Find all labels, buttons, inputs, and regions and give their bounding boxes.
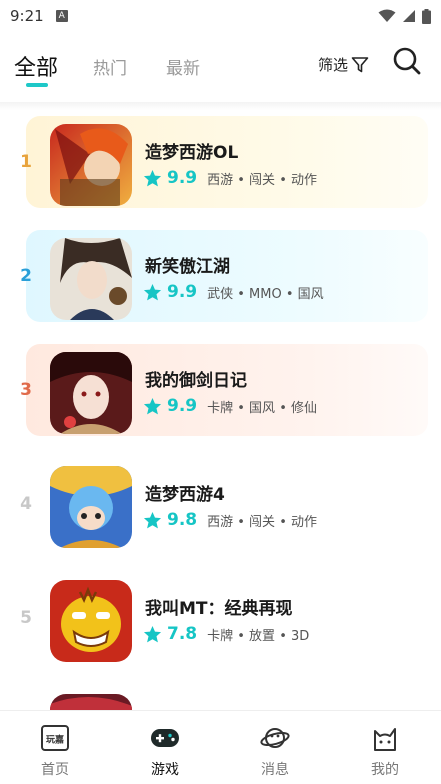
game-score: 9.9 bbox=[167, 282, 198, 302]
nav-games-label: 游戏 bbox=[151, 762, 179, 778]
search-icon[interactable] bbox=[392, 46, 422, 76]
nav-mine[interactable]: 我的 bbox=[330, 711, 440, 784]
top-tab-bar: 全部 热门 最新 筛选 bbox=[0, 32, 441, 104]
game-tags: 西游 • 闯关 • 动作 bbox=[207, 172, 317, 188]
nav-home[interactable]: 玩嘉 首页 bbox=[0, 711, 110, 784]
game-tags: 卡牌 • 放置 • 3D bbox=[207, 628, 310, 644]
game-row[interactable]: 4 造梦西游4 9.8 西游 • 闯关 • 动作 bbox=[0, 452, 441, 566]
rank-number: 2 bbox=[20, 266, 32, 286]
rank-number: 5 bbox=[20, 608, 32, 628]
game-title: 造梦西游OL bbox=[145, 143, 239, 163]
game-cover[interactable] bbox=[50, 238, 132, 320]
game-row[interactable]: 1 造梦西游OL 9.9 西游 • 闯关 • 动作 bbox=[0, 110, 441, 224]
notification-app-icon: A bbox=[55, 10, 68, 22]
rank-number: 1 bbox=[20, 152, 32, 172]
filter-label: 筛选 bbox=[318, 56, 349, 74]
nav-messages-label: 消息 bbox=[261, 762, 289, 778]
signal-icon bbox=[403, 10, 415, 22]
game-cover[interactable] bbox=[50, 124, 132, 206]
home-logo-icon: 玩嘉 bbox=[41, 725, 69, 751]
nav-messages[interactable]: 消息 bbox=[220, 711, 330, 784]
game-title: 新笑傲江湖 bbox=[145, 257, 230, 277]
game-cover[interactable] bbox=[50, 580, 132, 662]
wifi-icon bbox=[378, 9, 396, 22]
game-title: 我叫MT：经典再现 bbox=[145, 599, 293, 619]
game-score: 9.9 bbox=[167, 168, 198, 188]
home-icon-text: 玩嘉 bbox=[46, 734, 64, 746]
game-score: 9.9 bbox=[167, 396, 198, 416]
game-cover[interactable] bbox=[50, 694, 132, 710]
rating-line: 9.9 卡牌 • 国风 • 修仙 bbox=[143, 396, 317, 416]
star-icon bbox=[143, 397, 162, 414]
tab-hot[interactable]: 热门 bbox=[93, 54, 127, 79]
game-row[interactable]: 3 我的御剑日记 9.9 卡牌 • 国风 • 修仙 bbox=[0, 338, 441, 452]
tab-newest[interactable]: 最新 bbox=[166, 54, 200, 79]
star-icon bbox=[143, 625, 162, 642]
star-icon bbox=[143, 283, 162, 300]
nav-home-label: 首页 bbox=[41, 762, 69, 778]
nav-mine-label: 我的 bbox=[371, 762, 399, 778]
cat-face-icon bbox=[374, 728, 396, 751]
rating-line: 7.8 卡牌 • 放置 • 3D bbox=[143, 624, 309, 644]
game-ranking-list: 1 造梦西游OL 9.9 西游 • 闯关 • 动作 2 新笑傲江湖 9.9 武侠… bbox=[0, 110, 441, 710]
status-indicators bbox=[378, 8, 431, 24]
rating-line: 9.9 西游 • 闯关 • 动作 bbox=[143, 168, 317, 188]
header-shadow bbox=[0, 102, 441, 110]
game-tags: 武侠 • MMO • 国风 bbox=[207, 286, 324, 302]
game-title: 造梦西游4 bbox=[145, 485, 225, 505]
filter-button[interactable]: 筛选 bbox=[318, 54, 369, 75]
star-icon bbox=[143, 169, 162, 186]
status-bar: 9:21 A bbox=[0, 0, 441, 32]
game-score: 7.8 bbox=[167, 624, 198, 644]
game-row[interactable]: 5 我叫MT：经典再现 7.8 卡牌 • 放置 • 3D bbox=[0, 566, 441, 680]
gamepad-icon bbox=[151, 729, 179, 747]
rank-number: 3 bbox=[20, 380, 32, 400]
game-score: 9.8 bbox=[167, 510, 198, 530]
planet-icon bbox=[260, 728, 290, 748]
star-icon bbox=[143, 511, 162, 528]
battery-icon bbox=[422, 8, 431, 24]
game-title: 我的御剑日记 bbox=[145, 371, 247, 391]
rating-line: 9.9 武侠 • MMO • 国风 bbox=[143, 282, 324, 302]
game-cover[interactable] bbox=[50, 466, 132, 548]
game-row[interactable]: 2 新笑傲江湖 9.9 武侠 • MMO • 国风 bbox=[0, 224, 441, 338]
status-time: 9:21 bbox=[10, 7, 44, 25]
bottom-navigation: 玩嘉 首页 游戏 消息 我的 bbox=[0, 710, 441, 784]
rating-line: 9.8 西游 • 闯关 • 动作 bbox=[143, 510, 317, 530]
tab-all[interactable]: 全部 bbox=[14, 50, 58, 82]
game-cover[interactable] bbox=[50, 352, 132, 434]
active-tab-indicator bbox=[26, 83, 48, 87]
game-tags: 卡牌 • 国风 • 修仙 bbox=[207, 400, 317, 416]
game-tags: 西游 • 闯关 • 动作 bbox=[207, 514, 317, 530]
game-row-partial[interactable] bbox=[0, 680, 441, 710]
funnel-icon bbox=[351, 56, 369, 72]
nav-games[interactable]: 游戏 bbox=[110, 711, 220, 784]
rank-number: 4 bbox=[20, 494, 32, 514]
